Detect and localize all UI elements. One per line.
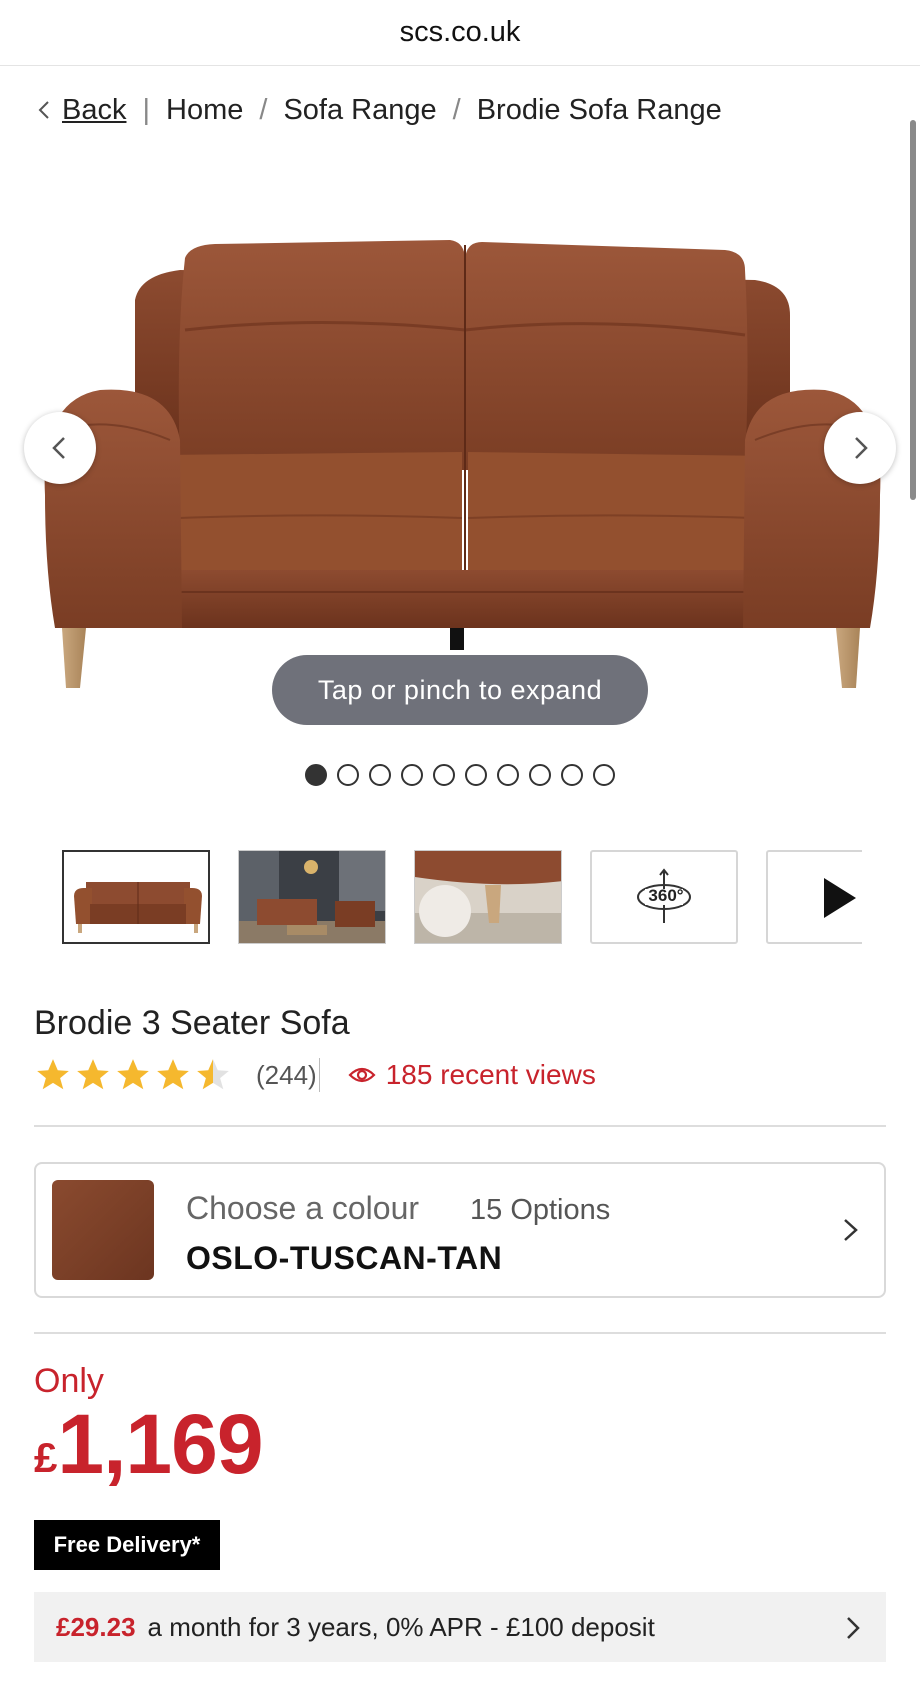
thumbnail-room-setting[interactable] — [238, 850, 386, 944]
expand-hint[interactable]: Tap or pinch to expand — [272, 655, 648, 725]
recent-views: 185 recent views — [348, 1059, 596, 1091]
eye-icon — [348, 1067, 376, 1083]
recent-views-text: 185 recent views — [385, 1059, 596, 1090]
product-title: Brodie 3 Seater Sofa — [34, 1004, 350, 1042]
previous-image-button[interactable] — [24, 412, 96, 484]
divider — [34, 1125, 886, 1127]
star-icon — [157, 1059, 189, 1090]
thumbnail-sofa-front[interactable] — [62, 850, 210, 944]
breadcrumb-divider: | — [142, 93, 151, 126]
breadcrumb-brodie-sofa-range[interactable]: Brodie Sofa Range — [477, 94, 722, 127]
carousel-dot[interactable] — [401, 764, 423, 786]
star-icon — [77, 1059, 109, 1090]
carousel-dot[interactable] — [433, 764, 455, 786]
play-icon — [824, 878, 856, 918]
rating-row: (244) 185 recent views — [34, 1052, 596, 1098]
star-icon — [117, 1059, 149, 1090]
breadcrumb: Back | Home / Sofa Range / Brodie Sofa R… — [34, 88, 722, 132]
carousel-dot[interactable] — [369, 764, 391, 786]
star-icon — [37, 1059, 69, 1090]
breadcrumb-separator: / — [259, 93, 268, 126]
url-text: scs.co.uk — [399, 16, 521, 48]
carousel-dot[interactable] — [529, 764, 551, 786]
free-delivery-badge: Free Delivery* — [34, 1520, 220, 1570]
breadcrumb-sofa-range[interactable]: Sofa Range — [283, 94, 436, 127]
chevron-left-icon — [38, 101, 49, 119]
finance-terms: a month for 3 years, 0% APR - £100 depos… — [147, 1611, 655, 1642]
thumbnail-video[interactable] — [766, 850, 862, 944]
finance-option[interactable]: £29.23 a month for 3 years, 0% APR - £10… — [34, 1592, 886, 1662]
chevron-right-icon — [855, 437, 868, 459]
chevron-right-icon — [844, 1219, 858, 1241]
thumbnail-leg-detail[interactable] — [414, 850, 562, 944]
selected-colour: OSLO-TUSCAN-TAN — [186, 1240, 503, 1276]
chevron-right-icon — [847, 1617, 860, 1639]
colour-label: Choose a colour — [186, 1190, 420, 1226]
breadcrumb-home[interactable]: Home — [166, 94, 243, 127]
price: £ 1,169 — [34, 1396, 264, 1493]
thumbnail-image — [239, 851, 385, 943]
divider — [318, 1058, 320, 1092]
price-amount: 1,169 — [57, 1397, 263, 1491]
carousel-dot[interactable] — [593, 764, 615, 786]
back-link[interactable]: Back — [62, 94, 126, 127]
colour-swatch — [52, 1180, 154, 1280]
review-count[interactable]: (244) — [256, 1060, 317, 1091]
carousel-dot[interactable] — [561, 764, 583, 786]
star-rating[interactable] — [34, 1056, 232, 1094]
colour-selector[interactable]: Choose a colour 15 Options OSLO-TUSCAN-T… — [34, 1162, 886, 1298]
price-currency: £ — [34, 1434, 58, 1481]
thumbnail-image — [64, 852, 208, 942]
carousel-dot[interactable] — [305, 764, 327, 786]
thumbnail-strip: 360° — [62, 850, 862, 946]
divider — [34, 1332, 886, 1334]
carousel-dot[interactable] — [337, 764, 359, 786]
address-bar[interactable]: scs.co.uk — [0, 0, 920, 66]
thumbnail-image — [415, 851, 561, 943]
half-star-icon — [197, 1059, 229, 1090]
finance-monthly-amount: £29.23 — [56, 1611, 136, 1642]
product-image-carousel[interactable]: Tap or pinch to expand — [0, 140, 920, 760]
colour-options-count: 15 Options — [470, 1194, 611, 1226]
carousel-pagination — [0, 764, 920, 792]
carousel-dot[interactable] — [497, 764, 519, 786]
next-image-button[interactable] — [824, 412, 896, 484]
thumbnail-360-label: 360° — [648, 886, 684, 905]
carousel-dot[interactable] — [465, 764, 487, 786]
breadcrumb-separator: / — [452, 93, 461, 126]
thumbnail-360-view[interactable]: 360° — [590, 850, 738, 944]
chevron-left-icon — [52, 437, 65, 459]
